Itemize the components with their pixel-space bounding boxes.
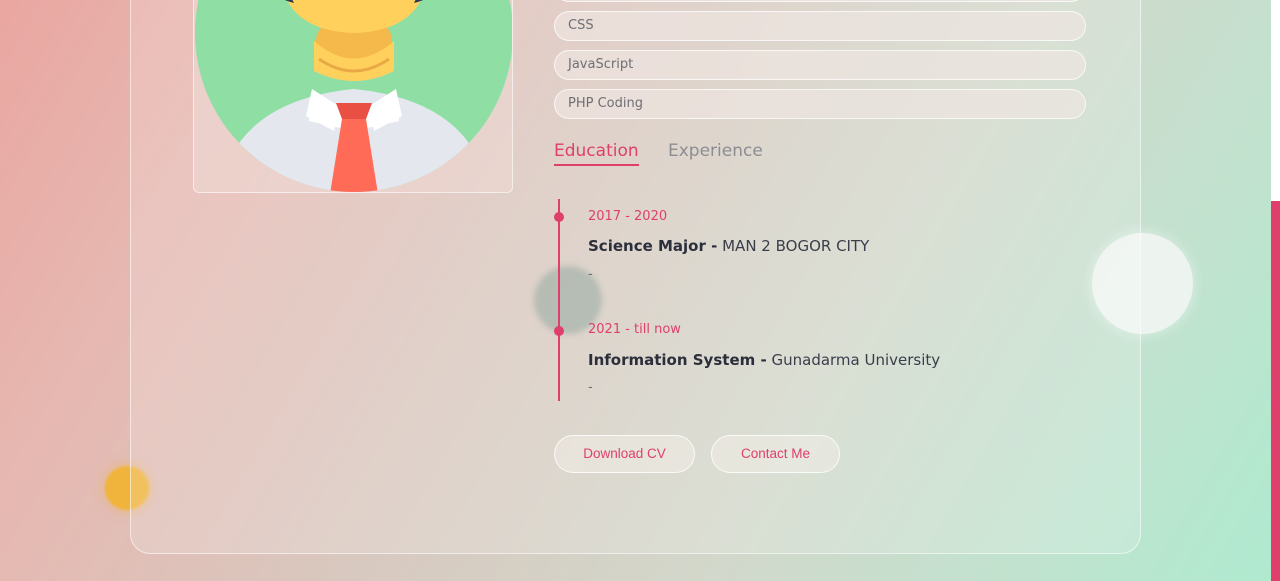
timeline-degree: Information System - [588,351,767,369]
contact-me-button[interactable]: Contact Me [711,435,840,473]
avatar-frame [193,0,513,193]
skill-pill-javascript: JavaScript [554,50,1086,80]
skill-pill-partial [554,0,1086,2]
tab-education[interactable]: Education [554,141,639,166]
timeline-degree: Science Major - [588,237,718,255]
download-cv-button[interactable]: Download CV [554,435,695,473]
skill-label: JavaScript [568,57,634,72]
skill-label: CSS [568,18,594,33]
timeline-line [558,199,560,401]
timeline-date: 2017 - 2020 [588,209,668,224]
skill-pill-php: PHP Coding [554,89,1086,119]
timeline-title: Information System - Gunadarma Universit… [588,351,940,369]
timeline-dot [554,326,564,336]
timeline-description: - [588,267,593,282]
timeline-dot [554,212,564,222]
timeline-title: Science Major - MAN 2 BOGOR CITY [588,237,869,255]
timeline-institution: MAN 2 BOGOR CITY [722,237,870,255]
scrollbar-track[interactable] [1271,0,1280,201]
timeline-description: - [588,380,593,395]
avatar-illustration [195,0,512,192]
timeline-institution: Gunadarma University [771,351,941,369]
skill-pill-css: CSS [554,11,1086,41]
scrollbar-thumb[interactable] [1271,201,1280,581]
skill-label: PHP Coding [568,96,643,111]
tab-experience[interactable]: Experience [668,141,763,164]
timeline-date: 2021 - till now [588,322,681,337]
